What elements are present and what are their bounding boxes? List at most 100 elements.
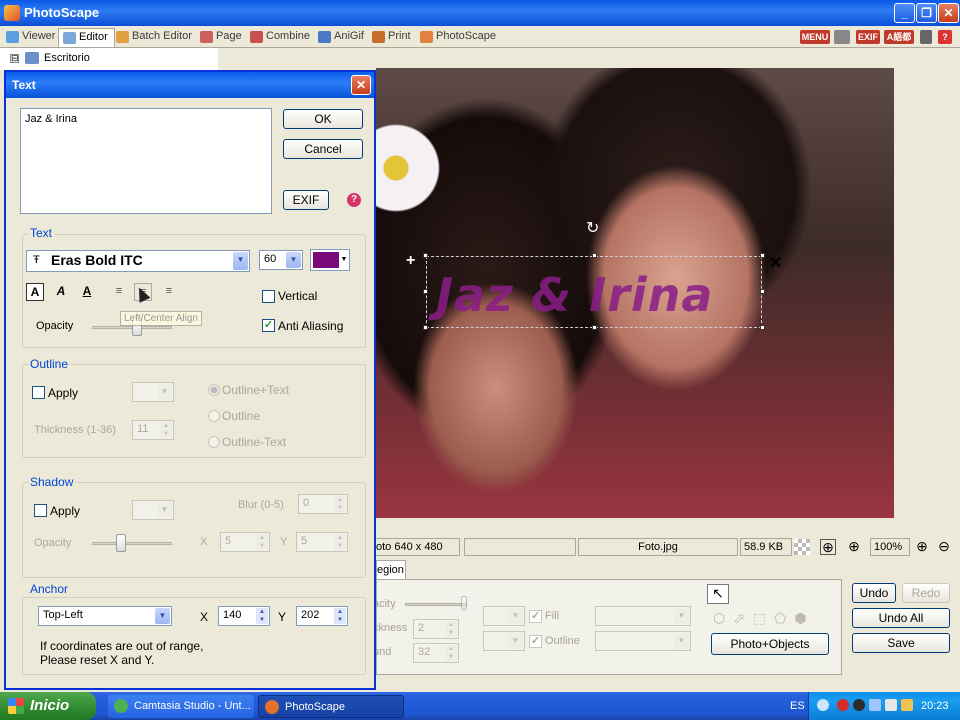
text-color-picker[interactable]: ▼ <box>310 249 350 271</box>
resize-handle[interactable] <box>423 253 428 258</box>
anti-aliasing-checkbox[interactable]: ✓ <box>262 319 275 332</box>
shadow-y-stepper[interactable]: 5 ▲ ▼ <box>296 532 348 552</box>
outline-color-combo[interactable]: ▼ <box>132 382 174 402</box>
tab-batch-editor[interactable]: Batch Editor <box>112 28 198 47</box>
opacity-slider[interactable] <box>405 603 467 606</box>
menu-button[interactable]: MENU <box>800 30 830 44</box>
italic-button[interactable]: A <box>52 283 70 301</box>
fill-style-combo[interactable]: ▼ <box>595 606 691 626</box>
exif-button[interactable]: EXIF <box>856 30 880 44</box>
shadow-color-combo[interactable]: ▼ <box>132 500 174 520</box>
tab-photoscape[interactable]: PhotoScape <box>416 28 502 47</box>
vertical-checkbox[interactable] <box>262 290 275 303</box>
tray-volume-icon[interactable] <box>869 699 881 711</box>
close-button[interactable]: ✕ <box>938 3 959 23</box>
pointer-tool-icon[interactable]: ↖ <box>707 584 729 604</box>
redo-button[interactable]: Redo <box>902 583 950 603</box>
undo-button[interactable]: Undo <box>852 583 896 603</box>
tools-icon[interactable] <box>920 30 932 44</box>
photo-objects-button[interactable]: Photo+Objects <box>711 633 829 655</box>
text-input[interactable]: Jaz & Irina <box>20 108 272 214</box>
tab-editor[interactable]: Editor <box>58 28 115 47</box>
blur-stepper[interactable]: 0 ▲ ▼ <box>298 494 348 514</box>
object-tools-icons[interactable]: ⬡⬀⬚⬠⬢ <box>713 610 833 628</box>
transparency-grid-icon[interactable] <box>794 539 810 555</box>
minimize-button[interactable]: _ <box>894 3 915 23</box>
tray-arrow-icon[interactable] <box>817 699 829 711</box>
anchor-y-stepper[interactable]: 202 ▲ ▼ <box>296 606 348 626</box>
stepper-arrows[interactable]: ▲ ▼ <box>256 534 268 550</box>
font-size-combo[interactable]: 60 ▼ <box>259 250 303 270</box>
resize-handle[interactable] <box>423 325 428 330</box>
outline-thickness-stepper[interactable]: 11 ▲ ▼ <box>132 420 174 440</box>
taskbar-item-photoscape[interactable]: PhotoScape <box>258 695 404 718</box>
round-stepper[interactable]: 32 ▲ ▼ <box>413 643 459 663</box>
opacity-slider-thumb[interactable] <box>461 596 467 610</box>
outline-text-radio[interactable] <box>208 384 220 396</box>
shadow-opacity-slider[interactable] <box>92 542 172 545</box>
tray-app-icon[interactable] <box>853 699 865 711</box>
resize-handle[interactable] <box>423 289 428 294</box>
delete-object-icon[interactable]: ✕ <box>769 253 782 273</box>
bold-button[interactable]: A <box>26 283 44 301</box>
color-dropdown-arrow[interactable]: ▼ <box>340 251 348 269</box>
fill-color-combo[interactable]: ▼ <box>483 606 525 626</box>
outline-apply-checkbox[interactable] <box>32 386 45 399</box>
language-button[interactable]: A語都 <box>884 30 914 44</box>
stepper-arrows[interactable]: ▲ ▼ <box>334 496 346 512</box>
help-icon[interactable]: ? <box>938 30 952 44</box>
resize-handle[interactable] <box>760 289 765 294</box>
font-family-combo[interactable]: Ŧ Eras Bold ITC ▼ <box>26 250 250 272</box>
dialog-close-button[interactable]: ✕ <box>351 75 371 95</box>
zoom-out-icon[interactable]: ⊖ <box>936 539 952 555</box>
fill-checkbox[interactable]: ✓ <box>529 610 542 623</box>
anchor-x-stepper[interactable]: 140 ▲ ▼ <box>218 606 270 626</box>
start-button[interactable]: Inicio <box>0 692 96 720</box>
tray-clock[interactable]: 20:23 <box>921 700 949 712</box>
stepper-arrows[interactable]: ▲ ▼ <box>445 621 457 637</box>
tray-record-icon[interactable] <box>837 699 849 711</box>
resize-handle[interactable] <box>760 325 765 330</box>
shadow-x-stepper[interactable]: 5 ▲ ▼ <box>220 532 270 552</box>
outline-minus-text-radio[interactable] <box>208 436 220 448</box>
thickness-stepper[interactable]: 2 ▲ ▼ <box>413 619 459 639</box>
align-left-icon[interactable]: ≡ <box>110 283 128 301</box>
stepper-arrows[interactable]: ▲ ▼ <box>445 645 457 661</box>
zoom-fit-icon[interactable]: ⊕ <box>820 539 836 555</box>
anchor-combo[interactable]: Top-Left ▼ <box>38 606 172 626</box>
resize-handle[interactable] <box>592 325 597 330</box>
canvas-text-object[interactable]: Jaz & Irina <box>436 268 713 322</box>
tab-viewer[interactable]: Viewer <box>2 28 61 47</box>
tab-combine[interactable]: Combine <box>246 28 316 47</box>
stepper-arrows[interactable]: ▲ ▼ <box>334 608 346 624</box>
outline-style-combo[interactable]: ▼ <box>595 631 691 651</box>
tree-item-escritorio[interactable]: Escritorio <box>44 52 90 64</box>
tab-page[interactable]: Page <box>196 28 248 47</box>
outline-color-combo[interactable]: ▼ <box>483 631 525 651</box>
zoom-in-icon[interactable]: ⊕ <box>914 539 930 555</box>
tree-expander[interactable]: ⊟ <box>10 54 19 63</box>
underline-button[interactable]: A <box>78 283 96 301</box>
shadow-opacity-thumb[interactable] <box>116 534 126 552</box>
align-right-icon[interactable]: ≡ <box>160 283 178 301</box>
shadow-apply-checkbox[interactable] <box>34 504 47 517</box>
resize-handle[interactable] <box>592 253 597 258</box>
tab-print[interactable]: Print <box>368 28 417 47</box>
tray-security-icon[interactable] <box>901 699 913 711</box>
help-icon[interactable]: ? <box>347 193 361 207</box>
photo-canvas[interactable]: Jaz & Irina ↻ + ✕ <box>376 68 894 518</box>
zoom-actual-icon[interactable]: ⊕ <box>846 539 862 555</box>
ok-button[interactable]: OK <box>283 109 363 129</box>
restore-button[interactable]: ❐ <box>916 3 937 23</box>
stepper-arrows[interactable]: ▲ ▼ <box>256 608 268 624</box>
cancel-button[interactable]: Cancel <box>283 139 363 159</box>
tray-network-icon[interactable] <box>885 699 897 711</box>
stepper-arrows[interactable]: ▲ ▼ <box>334 534 346 550</box>
tab-region[interactable]: egion <box>376 560 406 580</box>
outline-checkbox[interactable]: ✓ <box>529 635 542 648</box>
save-button[interactable]: Save <box>852 633 950 653</box>
undo-all-button[interactable]: Undo All <box>852 608 950 628</box>
rotate-handle-icon[interactable]: ↻ <box>586 218 599 238</box>
language-indicator[interactable]: ES <box>790 700 805 712</box>
outline-only-radio[interactable] <box>208 410 220 422</box>
